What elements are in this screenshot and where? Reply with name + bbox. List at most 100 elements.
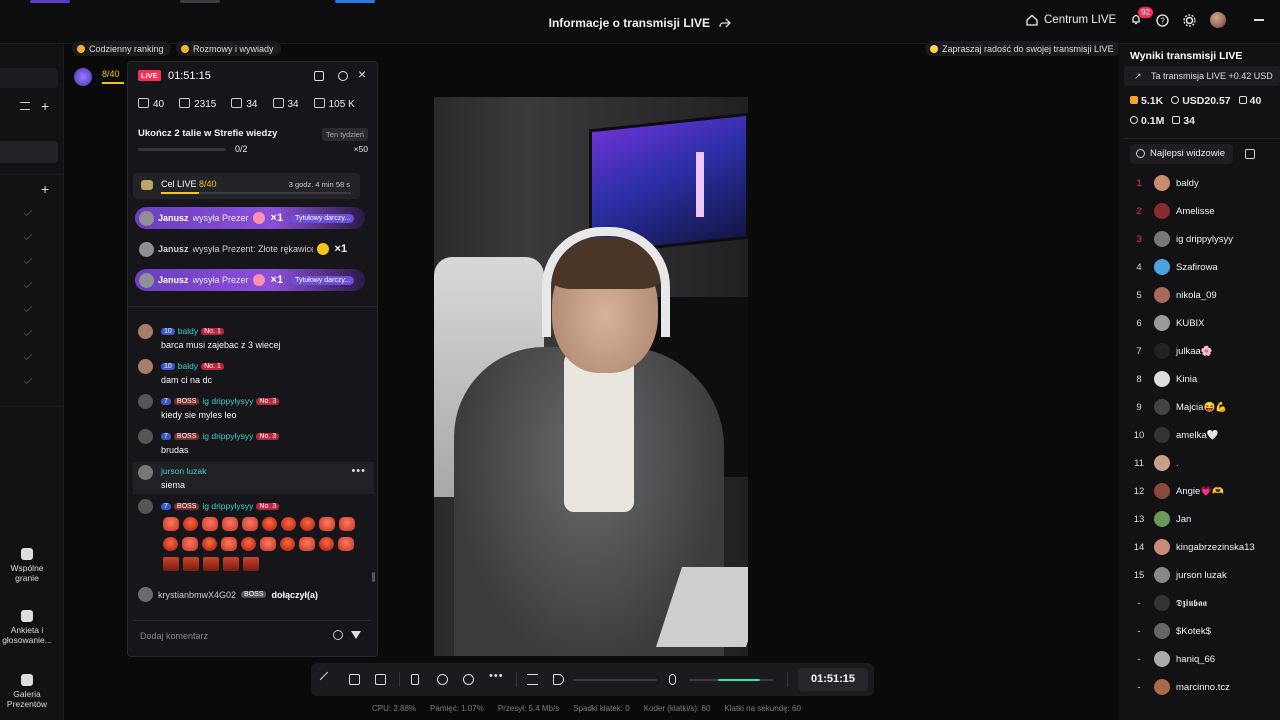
lock-icon[interactable] bbox=[314, 71, 324, 81]
chevron-down-icon[interactable] bbox=[23, 351, 33, 361]
viewer-rank-row[interactable]: - marcinno.tcz bbox=[1118, 678, 1280, 698]
record-icon[interactable] bbox=[437, 674, 448, 685]
weekly-quest[interactable]: Ukończ 2 talie w Strefie wiedzy Ten tydz… bbox=[138, 128, 368, 154]
chat-message[interactable]: 7 BOSS ig drippylysyy No. 3 brudas bbox=[138, 429, 373, 459]
share-icon[interactable] bbox=[719, 17, 732, 29]
viewer-rank-row[interactable]: 7 julkaa🌸 bbox=[1118, 342, 1280, 362]
chevron-down-icon[interactable] bbox=[23, 303, 33, 313]
viewer-rank-row[interactable]: 12 Angie💗🫶 bbox=[1118, 482, 1280, 502]
list-icon[interactable] bbox=[1245, 149, 1255, 159]
viewer-rank-row[interactable]: 14 kingabrzezinska13 bbox=[1118, 538, 1280, 558]
rank-number: 6 bbox=[1136, 318, 1142, 329]
add-source-icon[interactable] bbox=[375, 674, 386, 685]
viewer-rank-row[interactable]: 2 Amelisse bbox=[1118, 202, 1280, 222]
viewer-rank-row[interactable]: 4 Szafirowa bbox=[1118, 258, 1280, 278]
results-stats: 0.1M 34 bbox=[1130, 115, 1195, 127]
poll-button[interactable]: Ankieta i głosowanie... bbox=[0, 610, 54, 645]
viewer-name: marcinno.tcz bbox=[1176, 682, 1230, 693]
rank-number: 8 bbox=[1136, 374, 1142, 385]
more-icon[interactable]: ••• bbox=[489, 670, 504, 682]
sidebar-slot[interactable] bbox=[0, 68, 58, 88]
daily-ranking-pill[interactable]: Codzienny ranking bbox=[72, 41, 171, 56]
help-icon[interactable]: ? bbox=[1156, 13, 1169, 27]
earnings-boost[interactable]: ↗ Ta transmisja LIVE +0.42 USD bbox=[1124, 66, 1280, 86]
join-notice: krystianbmwX4G02 BOSS dołączył(a) bbox=[138, 587, 318, 602]
avatar[interactable] bbox=[1210, 12, 1227, 28]
viewer-rank-row[interactable]: 6 KUBIX bbox=[1118, 314, 1280, 334]
chat-message[interactable]: 7 BOSS ig drippylysyy No. 3 kiedy sie myles… bbox=[138, 394, 373, 424]
layout-icon[interactable] bbox=[349, 674, 360, 685]
chevron-down-icon[interactable] bbox=[23, 279, 33, 289]
chat-message[interactable]: 7 BOSS ig drippylysyy No. 3 bbox=[138, 499, 373, 519]
gift-message[interactable]: Janusz wysyła Prezent: Złote rękawice ×1 bbox=[135, 238, 365, 260]
viewer-rank-row[interactable]: 13 Jan bbox=[1118, 510, 1280, 530]
gift-gallery-button[interactable]: Galeria Prezentów bbox=[0, 674, 54, 709]
viewer-rank-row[interactable]: 1 baldy bbox=[1118, 174, 1280, 194]
gift-message[interactable]: Janusz wysyła Prezer ×1 Tytułowy darczy.… bbox=[135, 269, 365, 291]
video-preview[interactable] bbox=[434, 97, 748, 656]
emote-icon bbox=[163, 557, 179, 571]
top-bar: Informacje o transmisji LIVE Centrum LIV… bbox=[0, 0, 1280, 44]
viewer-rank-row[interactable]: 10 amelka🤍 bbox=[1118, 426, 1280, 446]
comment-input[interactable]: Dodaj komentarz bbox=[133, 620, 371, 648]
camera-icon[interactable] bbox=[463, 674, 474, 685]
volume-slider[interactable] bbox=[573, 679, 657, 681]
avatar bbox=[1154, 679, 1170, 695]
level-indicator[interactable]: 8/40 bbox=[72, 66, 128, 88]
viewer-rank-row[interactable]: - haniq_66 bbox=[1118, 650, 1280, 670]
chevron-down-icon[interactable] bbox=[23, 207, 33, 217]
viewer-rank-row[interactable]: 5 nikola_09 bbox=[1118, 286, 1280, 306]
user-icon bbox=[1136, 149, 1145, 158]
chevron-down-icon[interactable] bbox=[23, 255, 33, 265]
settings-icon[interactable] bbox=[338, 71, 348, 81]
add-icon[interactable]: + bbox=[41, 181, 49, 197]
chevron-down-icon[interactable] bbox=[23, 231, 33, 241]
notifications-button[interactable]: 92 bbox=[1130, 6, 1154, 28]
close-icon[interactable]: × bbox=[358, 66, 366, 82]
magic-icon[interactable] bbox=[319, 671, 336, 688]
phone-icon[interactable] bbox=[411, 674, 419, 685]
chevron-down-icon[interactable] bbox=[23, 375, 33, 385]
sidebar-slot-active[interactable] bbox=[0, 141, 58, 163]
emoji-icon[interactable] bbox=[333, 630, 343, 640]
viewer-rank-row[interactable]: 15 jurson luzak bbox=[1118, 566, 1280, 586]
chat-message[interactable]: 10 baldy No. 1 barca musi zajebac z 3 wiec… bbox=[138, 324, 373, 354]
invite-pill[interactable]: Zapraszaj radość do swojej transmisji LI… bbox=[925, 41, 1121, 56]
scrollbar[interactable] bbox=[372, 572, 375, 582]
avatar bbox=[1154, 511, 1170, 527]
mic-slider[interactable] bbox=[689, 679, 773, 681]
results-title: Wyniki transmisji LIVE bbox=[1130, 50, 1243, 62]
viewer-rank-row[interactable]: 3 ig drippylysyy bbox=[1118, 230, 1280, 250]
emote-icon bbox=[203, 557, 219, 571]
chevron-down-icon[interactable] bbox=[23, 327, 33, 337]
avatar bbox=[1154, 595, 1170, 611]
more-options-icon[interactable]: ••• bbox=[351, 465, 366, 477]
minimize-icon[interactable] bbox=[1254, 19, 1265, 21]
viewer-rank-row[interactable]: 8 Kinia bbox=[1118, 370, 1280, 390]
talks-pill[interactable]: Rozmowy i wywiady bbox=[176, 41, 281, 56]
volume-icon[interactable] bbox=[553, 674, 564, 685]
gear-icon[interactable] bbox=[1183, 13, 1196, 27]
chat-message-hovered[interactable]: jurson luzak siema ••• bbox=[133, 462, 374, 494]
coop-play-button[interactable]: Wspólne granie bbox=[0, 548, 54, 583]
avatar bbox=[1154, 455, 1170, 471]
live-goal[interactable]: Cel LIVE 8/40 3 godz. 4 min 58 s bbox=[133, 173, 360, 199]
avatar bbox=[139, 241, 154, 257]
viewer-rank-row[interactable]: - 𝕯𝖟𝖎𝖚𝖇𝖆𝖆 bbox=[1118, 594, 1280, 614]
top-viewers-tab[interactable]: Najlepsi widzowie bbox=[1130, 144, 1233, 164]
filter-icon[interactable] bbox=[351, 631, 361, 639]
level-icon bbox=[74, 68, 92, 86]
add-icon[interactable]: + bbox=[41, 98, 49, 114]
mic-icon bbox=[181, 44, 189, 53]
viewer-rank-row[interactable]: 11. bbox=[1118, 454, 1280, 474]
viewer-rank-row[interactable]: 9 Majcia😝💪 bbox=[1118, 398, 1280, 418]
viewer-rank-row[interactable]: - $Kotek$ bbox=[1118, 622, 1280, 642]
adjust-icon[interactable] bbox=[527, 674, 538, 685]
chat-message[interactable]: 10 baldy No. 1 dam ci na dc bbox=[138, 359, 373, 389]
mic-icon[interactable] bbox=[669, 674, 676, 685]
avatar bbox=[1154, 567, 1170, 583]
centrum-live-button[interactable]: Centrum LIVE bbox=[1026, 14, 1116, 26]
gift-message[interactable]: Janusz wysyła Prezer ×1 Tytułowy darczy.… bbox=[135, 207, 365, 229]
list-icon[interactable] bbox=[20, 102, 30, 110]
emote-icon bbox=[260, 537, 276, 551]
